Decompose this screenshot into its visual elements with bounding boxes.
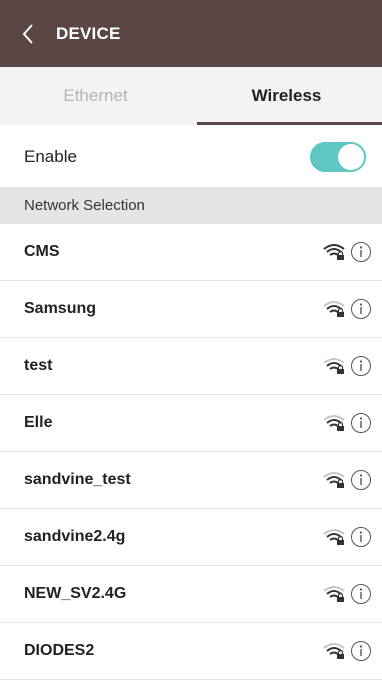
tab-wireless[interactable]: Wireless [191,67,382,125]
network-item[interactable]: CMS [0,224,382,281]
toggle-knob [338,143,364,170]
network-item[interactable]: DIODES2 [0,623,382,680]
tab-bar: Ethernet Wireless [0,67,382,125]
network-item[interactable]: test [0,338,382,395]
info-icon[interactable] [350,526,372,548]
enable-row: Enable [0,127,382,186]
network-name: CMS [24,243,60,260]
wifi-lock-icon [323,585,345,603]
network-item[interactable]: Elle [0,395,382,452]
info-icon[interactable] [350,640,372,662]
top-bar: DEVICE [0,0,382,67]
network-item[interactable]: Samsung [0,281,382,338]
enable-toggle[interactable] [310,141,366,172]
info-icon[interactable] [350,469,372,491]
wifi-lock-icon [323,414,345,432]
network-list: CMS Samsung test Elle sandvine_test sand… [0,224,382,680]
chevron-left-icon [22,23,33,44]
network-name: sandvine2.4g [24,528,126,545]
network-item[interactable]: sandvine_test [0,452,382,509]
wifi-lock-icon [323,357,345,375]
wifi-lock-icon [323,243,345,261]
network-name: DIODES2 [24,642,95,659]
network-name: Samsung [24,300,97,317]
network-selection-header: Network Selection [0,187,382,224]
info-icon[interactable] [350,412,372,434]
info-icon[interactable] [350,355,372,377]
wifi-lock-icon [323,471,345,489]
network-item[interactable]: NEW_SV2.4G [0,566,382,623]
network-name: sandvine_test [24,471,131,488]
enable-label: Enable [24,146,77,166]
wifi-lock-icon [323,642,345,660]
network-name: test [24,357,53,374]
info-icon[interactable] [350,241,372,263]
back-button[interactable] [0,0,56,67]
wifi-lock-icon [323,528,345,546]
network-name: Elle [24,414,53,431]
network-name: NEW_SV2.4G [24,585,127,602]
tab-ethernet[interactable]: Ethernet [0,67,191,125]
wifi-lock-icon [323,300,345,318]
page-title: DEVICE [56,23,121,43]
network-item[interactable]: sandvine2.4g [0,509,382,566]
info-icon[interactable] [350,583,372,605]
info-icon[interactable] [350,298,372,320]
